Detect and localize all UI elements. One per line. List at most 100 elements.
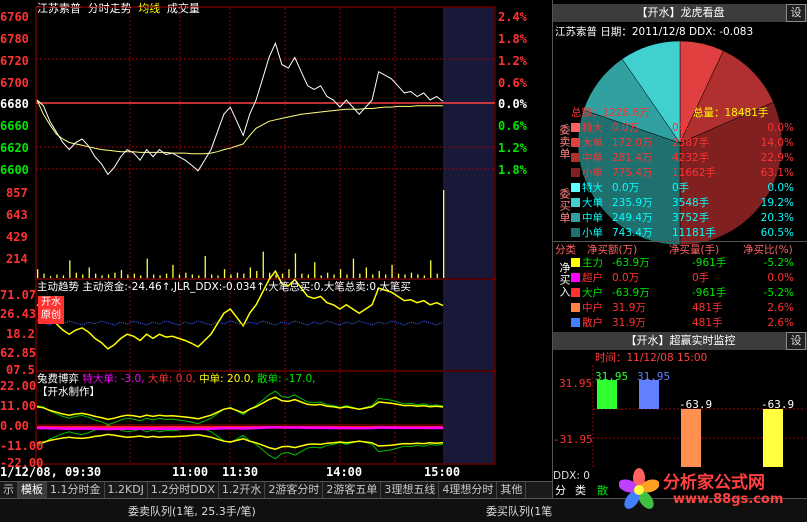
- volume-bar: [339, 269, 342, 278]
- volume-bar: [230, 274, 232, 278]
- net-row: 中户 31.9万 481手 2.6%: [571, 301, 794, 316]
- tab-template[interactable]: 模板: [18, 482, 47, 498]
- buy-row: 特大 0.0万 0手 0.0%: [571, 181, 794, 196]
- row-amount: 743.4万: [612, 227, 653, 239]
- net-table: 主力 -63.9万 -961手 -5.2% 超户 0.0万 0手 0.0% 大户 -63.9万…: [571, 256, 807, 332]
- row-pct: 2.6%: [767, 302, 794, 314]
- row-vol: 2587手: [672, 137, 710, 149]
- sell-row: 中单 281.4万 4232手 22.9%: [571, 151, 794, 166]
- volume-bar: [62, 275, 65, 278]
- volume-bar: [223, 269, 226, 278]
- monitor-bar: [763, 409, 783, 467]
- buy-row: 大单 235.9万 3548手 19.2%: [571, 196, 794, 211]
- row-amount: 249.4万: [612, 212, 653, 224]
- avg-line: [36, 99, 443, 155]
- pct-tick: 1.8%: [498, 163, 527, 177]
- ind1-tick: 26.43: [0, 307, 37, 321]
- volume-bar: [365, 267, 367, 278]
- tab-item[interactable]: 1.1分时金: [47, 482, 105, 498]
- monitor-bar-label: 31.95: [595, 370, 629, 383]
- total-amount: 总额：1228.8万: [571, 107, 650, 119]
- buy-color-box: [571, 213, 580, 222]
- row-amount: 281.4万: [612, 152, 653, 164]
- sell-color-box: [571, 153, 580, 162]
- net-col-header: 分类: [555, 244, 576, 256]
- volume-bar: [288, 269, 290, 278]
- price-tick: 6760: [0, 10, 29, 24]
- indicator2-item: 中单: 20.0,: [199, 373, 254, 385]
- pct-tick: 1.2%: [498, 141, 527, 155]
- tab-item[interactable]: 1.2KDJ: [105, 482, 148, 498]
- panel-title-bar: 【开水】龙虎看盘: [553, 4, 807, 22]
- price-tick: 6620: [0, 141, 29, 155]
- row-amount: 775.4万: [612, 167, 653, 179]
- tab-item[interactable]: 4理想分时: [439, 482, 498, 498]
- indicator2-name: 兔费博弈: [37, 373, 79, 385]
- row-pct: 22.9%: [760, 152, 794, 164]
- row-vol: 0手: [692, 272, 710, 284]
- net-col-header: 净买额(万): [587, 244, 638, 256]
- row-pct: 14.0%: [760, 137, 794, 149]
- ind2-tick: 11.00: [0, 399, 37, 413]
- net-color-box: [571, 318, 580, 327]
- tab-item[interactable]: 示: [0, 482, 18, 498]
- row-pct: 0.0%: [767, 122, 794, 134]
- volume-bar: [436, 273, 438, 278]
- volume-bar: [159, 275, 161, 278]
- monitor-cat: 分: [555, 484, 566, 497]
- main-chart-svg: [35, 6, 496, 465]
- volume-bar: [172, 264, 174, 278]
- site-logo: 分析家公式网 www.88gs.com: [619, 464, 805, 518]
- row-name: 大单: [582, 137, 603, 149]
- sell-color-box: [571, 123, 580, 132]
- tab-item[interactable]: 3理想五线: [381, 482, 440, 498]
- volume-bar: [140, 275, 142, 278]
- row-name: 中单: [582, 152, 603, 164]
- price-tick: 6780: [0, 32, 29, 46]
- buy-table: 特大 0.0万 0手 0.0% 大单 235.9万 3548手 19.2% 中单 249.4万…: [571, 181, 807, 241]
- net-color-box: [571, 258, 580, 267]
- volume-bar: [385, 274, 387, 278]
- volume-bar: [82, 274, 84, 278]
- buy-color-box: [571, 183, 580, 192]
- indicator2-item: 特大单: -3.0,: [82, 373, 145, 385]
- volume-bar: [327, 272, 329, 278]
- x-tick: 1/12/08, 09:30: [0, 465, 102, 479]
- tab-item[interactable]: 2游客五单: [323, 482, 382, 498]
- sell-queue[interactable]: 委卖队列(1笔, 25.3手/笔): [128, 503, 256, 519]
- volume-bar: [275, 274, 277, 278]
- row-pct: 63.1%: [760, 167, 794, 179]
- pct-tick: 1.8%: [498, 32, 527, 46]
- monitor-settings-button[interactable]: 设: [786, 332, 806, 350]
- row-pct: 0.0%: [767, 182, 794, 194]
- pct-tick: 0.0%: [498, 97, 527, 111]
- volume-bar: [372, 274, 374, 278]
- row-pct: -5.2%: [763, 287, 794, 299]
- monitor-bar-label: 31.95: [637, 370, 671, 383]
- tab-item[interactable]: 1.2开水: [219, 482, 266, 498]
- settings-button[interactable]: 设: [786, 4, 806, 22]
- flower-logo-icon: [619, 468, 659, 509]
- tab-item[interactable]: 其他: [497, 482, 527, 498]
- ind2-tick: 0.00: [0, 419, 29, 433]
- volume-bar: [391, 264, 393, 278]
- ind1-tick: 62.85: [0, 346, 37, 360]
- x-tick: 11:00: [172, 465, 209, 479]
- buy-queue[interactable]: 委买队列(1笔: [486, 503, 552, 519]
- vol-tick: 214: [6, 252, 28, 266]
- volume-bar: [43, 273, 45, 278]
- volume-bars: [37, 190, 445, 278]
- row-pct: 60.5%: [760, 227, 794, 239]
- chart-area[interactable]: 江苏索普 分时走势 均线 成交量 6760 6780 6720 6700 668…: [0, 0, 552, 480]
- badge-bottom: 原创: [41, 310, 61, 321]
- row-vol: 481手: [692, 317, 723, 329]
- sell-row: 特大 0.0万 0手 0.0%: [571, 121, 794, 136]
- monitor-ddx: DDX: 0: [553, 470, 590, 482]
- volume-bar: [262, 251, 264, 278]
- row-amount: -63.9万: [612, 257, 650, 269]
- monitor-title: 【开水】超赢实时监控: [625, 334, 736, 347]
- tab-item[interactable]: 2游客分时: [265, 482, 324, 498]
- monitor-title-bar: 【开水】超赢实时监控: [553, 332, 807, 350]
- net-color-box: [571, 273, 580, 282]
- tab-item[interactable]: 1.2分时DDX: [148, 482, 219, 498]
